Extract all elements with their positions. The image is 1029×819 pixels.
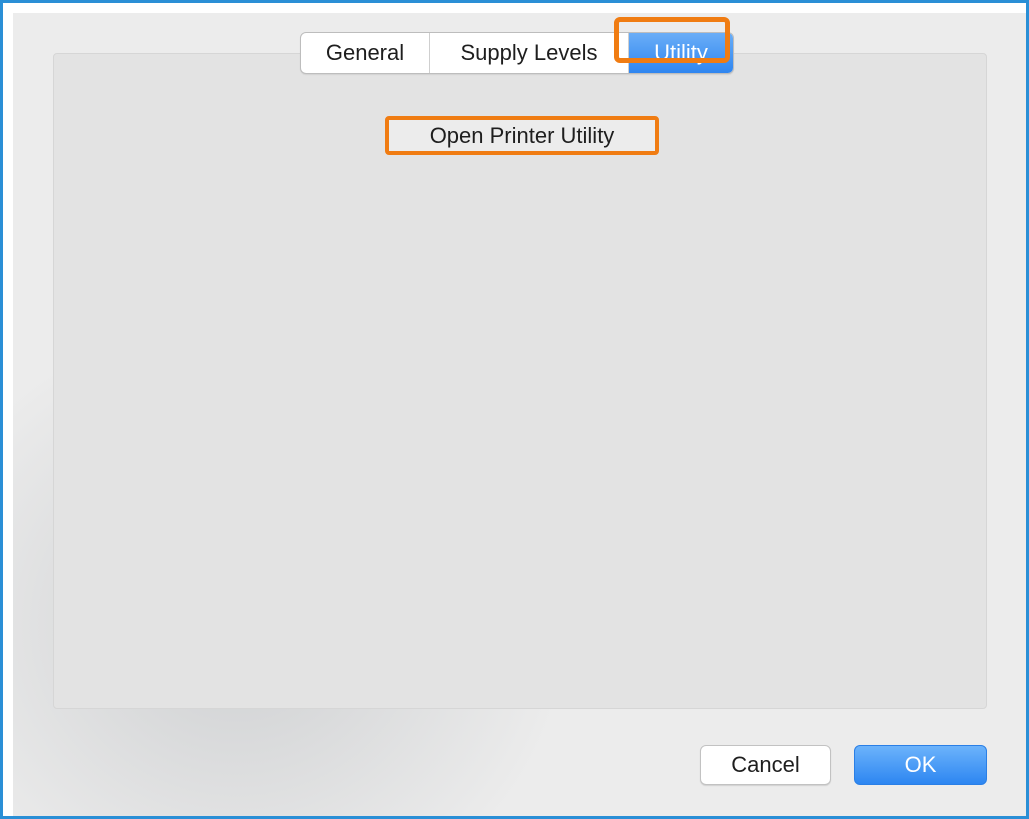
- ok-button[interactable]: OK: [854, 745, 987, 785]
- open-printer-utility-button[interactable]: Open Printer Utility: [385, 116, 659, 155]
- tab-utility[interactable]: Utility: [629, 33, 733, 73]
- cancel-button[interactable]: Cancel: [700, 745, 831, 785]
- tab-bar: General Supply Levels Utility: [300, 32, 734, 74]
- screenshot-frame: General Supply Levels Utility Open Print…: [0, 0, 1029, 819]
- tab-supply-levels[interactable]: Supply Levels: [430, 33, 629, 73]
- tab-general[interactable]: General: [301, 33, 430, 73]
- printer-options-dialog: General Supply Levels Utility Open Print…: [13, 13, 1026, 816]
